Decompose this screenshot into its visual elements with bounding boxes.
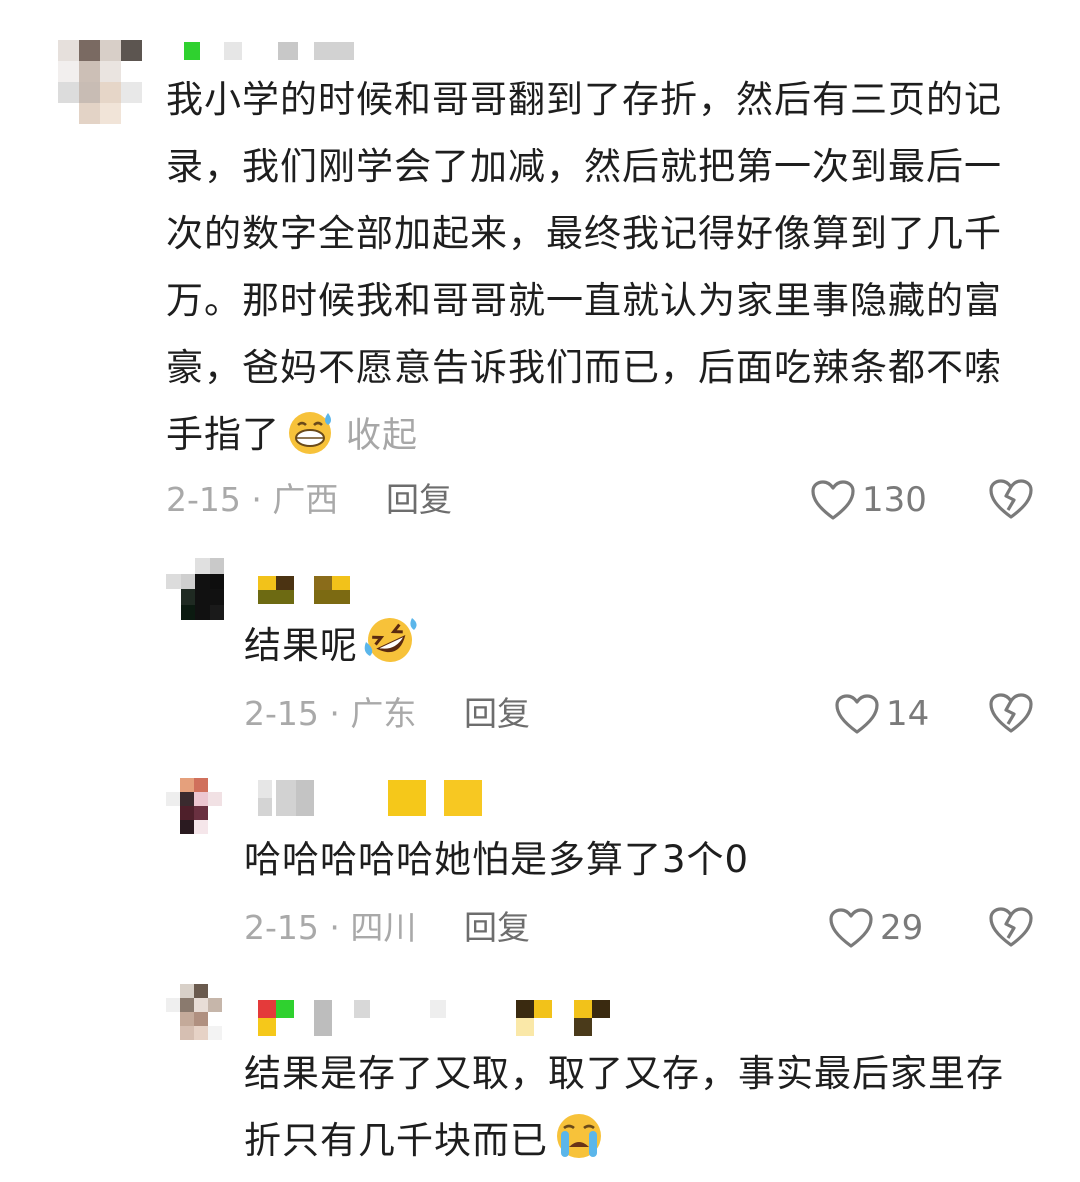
avatar[interactable] (166, 778, 222, 834)
rofl-emoji (362, 612, 418, 687)
like-count: 130 (862, 480, 927, 520)
grinning-sweat-emoji (284, 407, 338, 476)
heart-outline-icon (835, 694, 879, 734)
crying-emoji (552, 1111, 606, 1182)
comment-text: 我小学的时候和哥哥翻到了存折，然后有三页的记录，我们刚学会了加减，然后就把第一次… (166, 66, 1016, 476)
username[interactable] (258, 576, 358, 606)
comment-text: 结果是存了又取，取了又存，事实最后家里存折只有几千块而已 (244, 1040, 1024, 1182)
comment-2: 结果呢 2-15 · 广东 回复 14 (0, 548, 1080, 748)
like-button[interactable]: 130 (810, 476, 927, 524)
date-location: 2-15 · 广东 (244, 694, 417, 733)
date-location: 2-15 · 广西 (166, 480, 339, 519)
username[interactable] (258, 1000, 618, 1036)
collapse-link[interactable]: 收起 (346, 416, 418, 456)
reply-button[interactable]: 回复 (464, 906, 530, 950)
heart-outline-icon (829, 908, 873, 948)
username[interactable] (180, 42, 360, 60)
avatar[interactable] (166, 558, 224, 620)
dislike-button[interactable] (988, 906, 1034, 952)
comment-text: 结果呢 (244, 612, 1024, 687)
broken-heart-icon (989, 693, 1033, 733)
comment-text: 哈哈哈哈哈她怕是多算了3个0 (244, 838, 750, 881)
reply-button[interactable]: 回复 (464, 692, 530, 736)
like-button[interactable]: 29 (828, 904, 923, 952)
heart-outline-icon (811, 480, 855, 520)
like-count: 29 (880, 908, 924, 948)
username[interactable] (258, 780, 488, 816)
reply-button[interactable]: 回复 (386, 478, 452, 522)
dislike-button[interactable] (988, 692, 1034, 738)
dislike-button[interactable] (988, 478, 1034, 524)
comment-1: 我小学的时候和哥哥翻到了存折，然后有三页的记录，我们刚学会了加减，然后就把第一次… (0, 0, 1080, 540)
broken-heart-icon (989, 907, 1033, 947)
avatar[interactable] (166, 984, 222, 1040)
broken-heart-icon (989, 479, 1033, 519)
like-button[interactable]: 14 (834, 690, 929, 738)
like-count: 14 (886, 694, 930, 734)
comment-3: 哈哈哈哈哈她怕是多算了3个0 2-15 · 四川 回复 29 (0, 762, 1080, 962)
date-location: 2-15 · 四川 (244, 908, 417, 947)
avatar[interactable] (58, 40, 142, 124)
comment-4: 结果是存了又取，取了又存，事实最后家里存折只有几千块而已 (0, 974, 1080, 1179)
